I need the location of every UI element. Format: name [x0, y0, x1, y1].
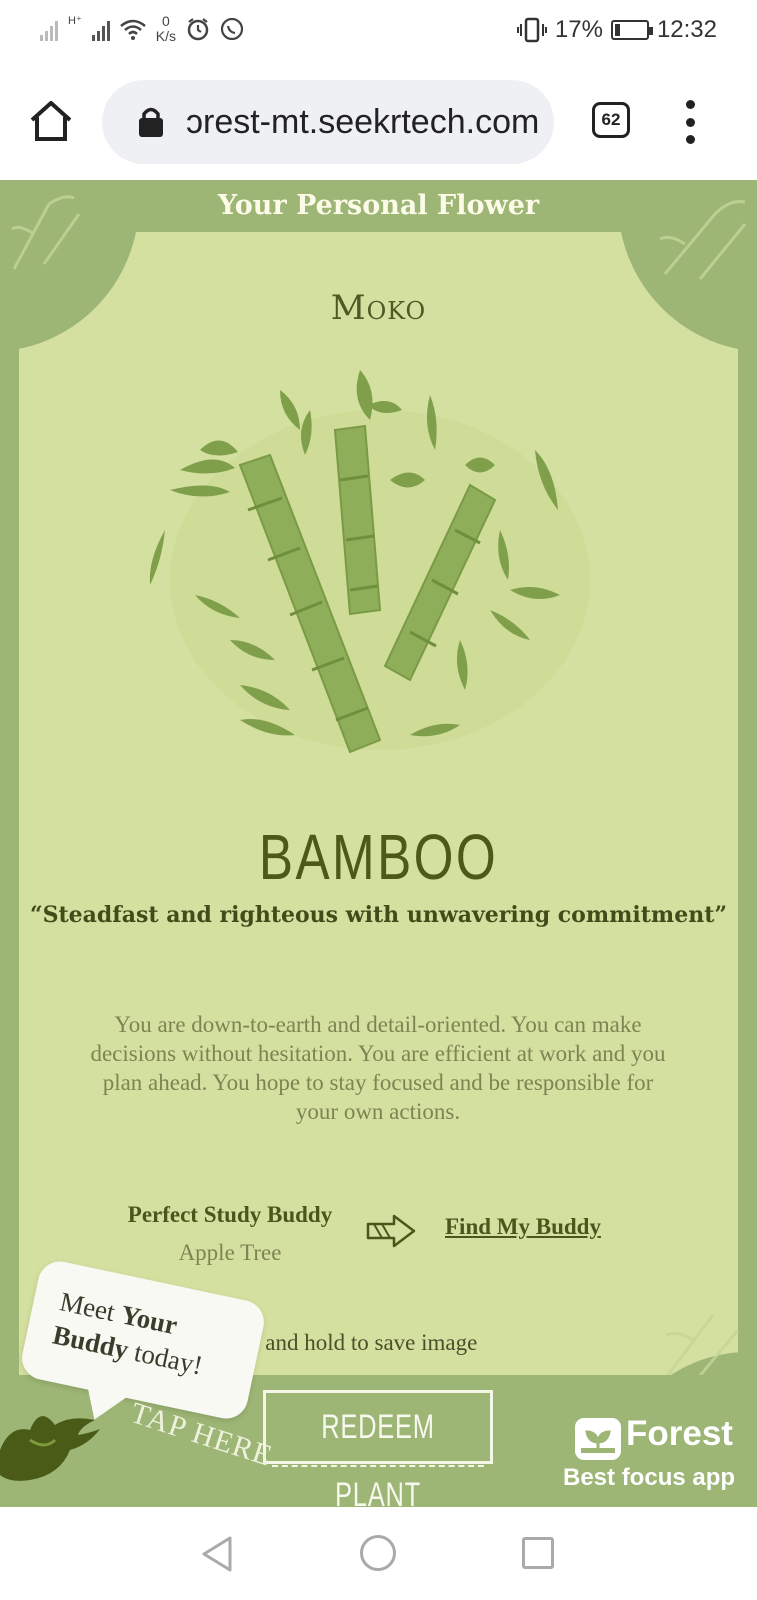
signal-no-sim-icon [40, 17, 58, 41]
battery-percent: 17% [554, 16, 603, 43]
speed-unit: K/s [155, 28, 176, 44]
home-icon[interactable] [28, 98, 74, 144]
flower-card: Your Personal Flower Moko BAMBOO “Steadf… [0, 180, 757, 1507]
tab-switcher-button[interactable]: 62 [592, 102, 630, 138]
speed-value: 0 [161, 13, 170, 29]
recents-square-icon[interactable] [522, 1537, 554, 1569]
battery-charging-icon [610, 20, 653, 40]
alarm-icon [187, 18, 209, 41]
battery-fill [614, 24, 620, 36]
network-speed: 0 K/s [156, 14, 176, 44]
whatsapp-icon [220, 17, 244, 41]
address-bar[interactable]: ɔrest-mt.seekrtech.com [102, 80, 554, 164]
wifi-icon [119, 19, 146, 40]
forest-logo-icon [575, 1418, 621, 1460]
arrow-right-icon [366, 1214, 416, 1248]
home-circle-icon[interactable] [360, 1535, 396, 1571]
hplus-label: H⁺ [68, 14, 82, 27]
vibrate-icon [516, 17, 547, 43]
system-nav-bar [0, 1507, 757, 1600]
plant-quote: “Steadfast and righteous with unwavering… [29, 902, 728, 928]
status-bar: H⁺ 0 K/s 17% 12:32 [0, 0, 757, 64]
back-icon[interactable] [200, 1535, 234, 1573]
bubble-text: Meet Your Buddy today! [50, 1284, 250, 1390]
redeem-plant-label: REDEEM PLANT [321, 1408, 435, 1507]
plant-name: BAMBOO [258, 821, 499, 893]
url-text[interactable]: ɔrest-mt.seekrtech.com [186, 103, 539, 142]
owner-name: Moko [330, 288, 427, 328]
study-buddy-title: Perfect Study Buddy [127, 1202, 333, 1227]
save-image-hint: p and hold to save image [248, 1330, 478, 1355]
forest-tagline: Best focus app [563, 1464, 736, 1491]
find-my-buddy-link[interactable]: Find My Buddy [445, 1214, 601, 1240]
overflow-menu-icon[interactable] [680, 100, 700, 144]
card-header-title: Your Personal Flower [217, 190, 540, 221]
clock: 12:32 [656, 16, 717, 43]
bubble-today: today! [131, 1336, 206, 1381]
status-icons-right: 17% 12:32 [516, 16, 717, 44]
personality-description: You are down-to-earth and detail-oriente… [90, 1012, 666, 1124]
browser-toolbar: ɔrest-mt.seekrtech.com 62 [0, 64, 757, 180]
lock-icon [139, 107, 163, 137]
study-buddy-name: Apple Tree [178, 1240, 282, 1265]
bamboo-illustration [149, 370, 590, 754]
status-icons-left: H⁺ 0 K/s [40, 14, 244, 44]
forest-brand-name: Forest [626, 1414, 733, 1453]
signal-hplus-icon [91, 17, 110, 41]
bird-icon[interactable] [0, 1395, 105, 1485]
bamboo-sprig-bottom-right-icon [665, 1314, 740, 1379]
redeem-plant-button[interactable]: REDEEM PLANT [263, 1390, 493, 1507]
